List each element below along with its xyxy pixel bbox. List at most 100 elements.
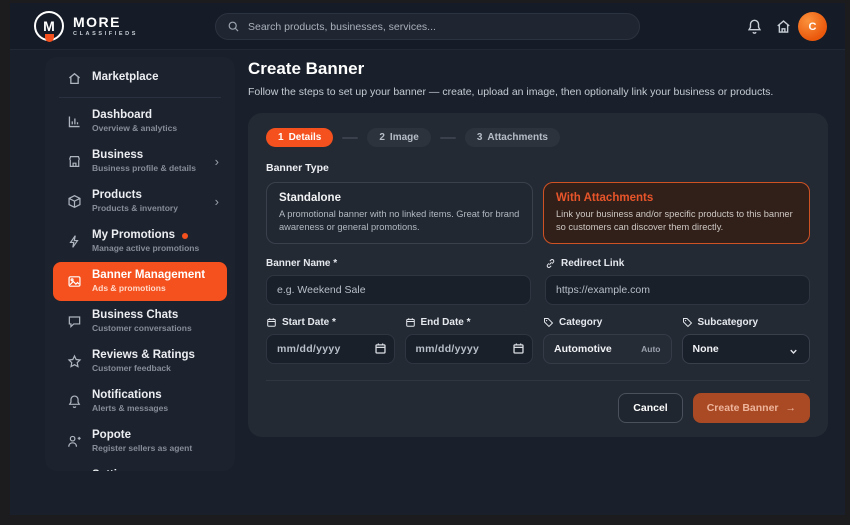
image-icon xyxy=(66,273,82,289)
create-banner-panel: 1 Details 2 Image 3 Attachments Banner T… xyxy=(248,113,828,437)
search-input[interactable] xyxy=(248,21,628,33)
sidebar-item-business-chats[interactable]: Business Chats Customer conversations xyxy=(53,302,227,341)
start-date-label: Start Date * xyxy=(282,317,336,328)
sidebar-item-label: Business Chats xyxy=(92,309,192,322)
step-attachments[interactable]: 3 Attachments xyxy=(465,128,560,147)
sidebar-item-sublabel: Overview & analytics xyxy=(92,124,177,134)
package-icon xyxy=(66,193,82,209)
top-header: M MORE CLASSIFIEDS C xyxy=(10,3,845,50)
banner-type-desc: Link your business and/or specific produ… xyxy=(556,208,797,233)
sidebar-item-sublabel: Ads & promotions xyxy=(92,284,205,294)
sidebar-item-label: Reviews & Ratings xyxy=(92,349,195,362)
step-image[interactable]: 2 Image xyxy=(367,128,430,147)
banner-type-standalone-card[interactable]: Standalone A promotional banner with no … xyxy=(266,182,533,244)
sidebar-item-settings[interactable]: SettingsAccount & preferences xyxy=(53,462,227,471)
global-search[interactable] xyxy=(215,13,640,40)
arrow-right-icon: → xyxy=(786,402,797,414)
sidebar-item-label: Products xyxy=(92,189,178,202)
home-icon xyxy=(66,70,82,86)
end-date-input[interactable] xyxy=(405,334,534,364)
create-banner-button[interactable]: Create Banner → xyxy=(693,393,810,423)
stepper: 1 Details 2 Image 3 Attachments xyxy=(266,128,810,147)
sidebar-divider xyxy=(59,97,221,98)
chevron-down-icon xyxy=(788,344,799,355)
category-label: Category xyxy=(559,317,602,328)
banner-type-title: Standalone xyxy=(279,192,520,204)
sidebar-item-sublabel: Manage active promotions xyxy=(92,244,199,254)
sidebar-item-notifications[interactable]: Notifications Alerts & messages xyxy=(53,382,227,421)
page-subtitle: Follow the steps to set up your banner —… xyxy=(248,86,840,98)
category-value: Automotive xyxy=(554,343,612,355)
subcategory-label: Subcategory xyxy=(698,317,759,328)
main-content: Create Banner Follow the steps to set up… xyxy=(248,59,840,437)
sidebar-item-label: Marketplace xyxy=(92,71,158,84)
sidebar-item-dashboard[interactable]: Dashboard Overview & analytics xyxy=(53,102,227,141)
banner-type-title: With Attachments xyxy=(556,192,797,204)
banner-name-input[interactable] xyxy=(266,275,531,305)
sidebar-item-sublabel: Alerts & messages xyxy=(92,404,168,414)
brand-tagline: CLASSIFIEDS xyxy=(73,32,138,38)
cancel-button[interactable]: Cancel xyxy=(618,393,682,423)
category-field[interactable]: Automotive Auto xyxy=(543,334,672,364)
banner-type-desc: A promotional banner with no linked item… xyxy=(279,208,520,233)
sidebar-item-sublabel: Business profile & details xyxy=(92,164,196,174)
notification-dot xyxy=(182,233,188,239)
sidebar-item-sublabel: Customer conversations xyxy=(92,324,192,334)
sidebar-item-my-promotions[interactable]: My Promotions Manage active promotions xyxy=(53,222,227,261)
tag-icon xyxy=(682,317,693,328)
sidebar-item-banner-management[interactable]: Banner Management Ads & promotions xyxy=(53,262,227,301)
calendar-icon xyxy=(266,317,277,328)
end-date-label: End Date * xyxy=(421,317,471,328)
chart-icon xyxy=(66,113,82,129)
redirect-link-input[interactable] xyxy=(545,275,810,305)
sidebar-nav: Marketplace Dashboard Overview & analytics… xyxy=(45,57,235,471)
user-avatar[interactable]: C xyxy=(798,12,827,41)
app-window: M MORE CLASSIFIEDS C Marketp xyxy=(10,3,845,515)
bolt-icon xyxy=(66,233,82,249)
sidebar-item-business[interactable]: Business Business profile & details › xyxy=(53,142,227,181)
sidebar-item-products[interactable]: Products Products & inventory › xyxy=(53,182,227,221)
logo-m-icon: M xyxy=(34,11,64,41)
link-icon xyxy=(545,258,556,269)
step-connector xyxy=(440,137,456,139)
sidebar-item-label: Dashboard xyxy=(92,109,177,122)
sidebar-item-label: Notifications xyxy=(92,389,168,402)
sidebar-item-popote[interactable]: Popote Register sellers as agent xyxy=(53,422,227,461)
notifications-bell-icon[interactable] xyxy=(746,18,763,35)
sidebar-item-reviews-ratings[interactable]: Reviews & Ratings Customer feedback xyxy=(53,342,227,381)
subcategory-select[interactable]: None xyxy=(682,334,811,364)
sidebar-item-label: Popote xyxy=(92,429,192,442)
logo-orange-accent xyxy=(45,34,54,42)
brand-name: MORE xyxy=(73,15,138,29)
bell-icon xyxy=(66,393,82,409)
sidebar-item-sublabel: Products & inventory xyxy=(92,204,178,214)
start-date-input[interactable] xyxy=(266,334,395,364)
storefront-icon xyxy=(66,153,82,169)
sidebar-item-marketplace[interactable]: Marketplace xyxy=(53,63,227,93)
sidebar-item-label: My Promotions xyxy=(92,229,199,242)
banner-name-label: Banner Name * xyxy=(266,258,531,269)
chat-icon xyxy=(66,313,82,329)
calendar-icon xyxy=(405,317,416,328)
sidebar-item-label: Settings xyxy=(92,469,185,471)
tag-icon xyxy=(543,317,554,328)
banner-type-label: Banner Type xyxy=(266,162,810,174)
brand-logo[interactable]: M MORE CLASSIFIEDS xyxy=(34,11,138,41)
subcategory-value: None xyxy=(693,343,719,355)
banner-type-attachments-card[interactable]: With Attachments Link your business and/… xyxy=(543,182,810,244)
logo-letter: M xyxy=(43,18,55,34)
step-connector xyxy=(342,137,358,139)
step-details[interactable]: 1 Details xyxy=(266,128,333,147)
page-title: Create Banner xyxy=(248,59,840,79)
chevron-right-icon: › xyxy=(215,155,219,168)
home-icon[interactable] xyxy=(775,18,792,35)
sidebar-item-sublabel: Register sellers as agent xyxy=(92,444,192,454)
star-icon xyxy=(66,353,82,369)
redirect-link-label: Redirect Link xyxy=(561,258,624,269)
sidebar-item-label: Banner Management xyxy=(92,269,205,282)
category-auto-badge: Auto xyxy=(641,344,660,354)
chevron-right-icon: › xyxy=(215,195,219,208)
search-icon xyxy=(227,20,240,33)
sidebar-item-label: Business xyxy=(92,149,196,162)
sidebar-item-sublabel: Customer feedback xyxy=(92,364,195,374)
